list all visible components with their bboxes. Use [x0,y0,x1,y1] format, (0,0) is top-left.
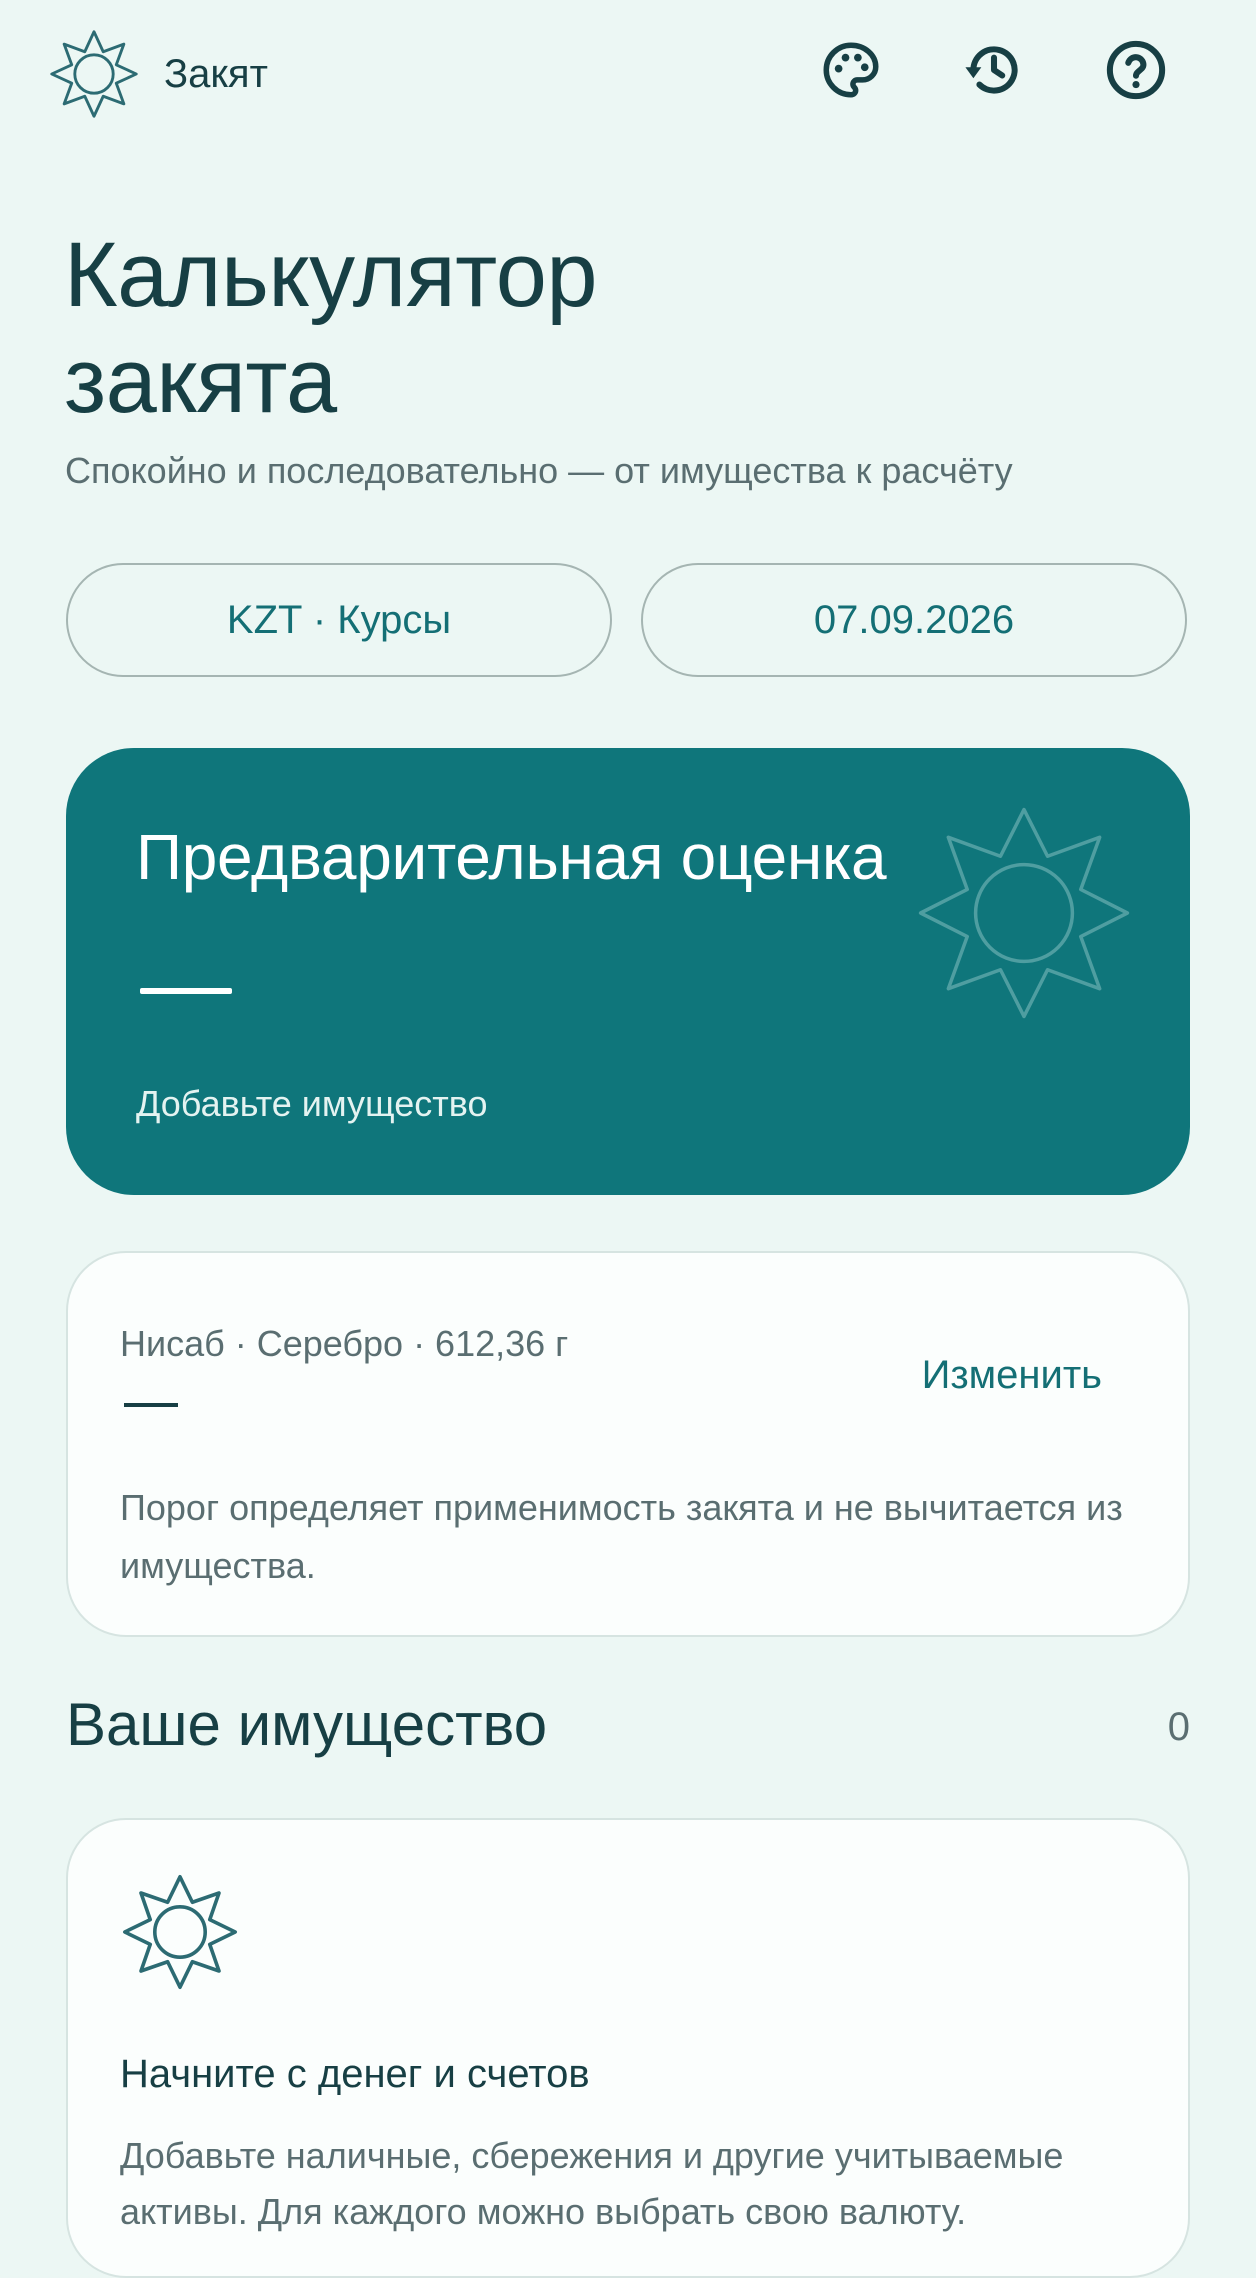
top-app-bar: Закят [0,0,1256,150]
help-button[interactable] [1100,34,1172,106]
palette-icon [823,42,879,98]
app-name: Закят [164,51,268,96]
currency-rates-button[interactable]: KZT · Курсы [66,563,612,677]
estimate-hint: Добавьте имущество [136,1083,488,1124]
nisab-label: Нисаб · Серебро · 612,36 г [120,1323,569,1364]
sun-icon [123,1875,237,1989]
empty-state-text: Добавьте наличные, сбережения и другие у… [120,2135,1064,2232]
page-subtitle: Спокойно и последовательно — от имуществ… [65,450,1013,491]
date-button[interactable]: 07.09.2026 [641,563,1187,677]
nisab-note: Порог определяет применимость закята и н… [120,1487,1123,1586]
nisab-value-placeholder [124,1403,178,1407]
help-icon [1106,40,1166,100]
page-title: Калькулятор закята [64,224,598,432]
estimate-value-placeholder [140,988,232,994]
nisab-change-button[interactable]: Изменить [922,1353,1102,1398]
nisab-card: Нисаб · Серебро · 612,36 г Изменить Поро… [66,1251,1190,1637]
estimate-title: Предварительная оценка [136,821,887,893]
assets-count: 0 [1167,1705,1190,1749]
empty-state-title: Начните с денег и счетов [120,2052,590,2096]
history-button[interactable] [958,34,1030,106]
assets-empty-state-card: Начните с денег и счетов Добавьте наличн… [66,1818,1190,2278]
theme-button[interactable] [815,34,887,106]
brand: Закят [46,26,268,122]
history-icon [965,46,1018,94]
estimate-card: Предварительная оценка Добавьте имуществ… [66,748,1190,1195]
sun-decoration-icon [918,807,1130,1019]
assets-section-title: Ваше имущество [66,1691,548,1758]
sun-logo-icon [50,30,138,118]
